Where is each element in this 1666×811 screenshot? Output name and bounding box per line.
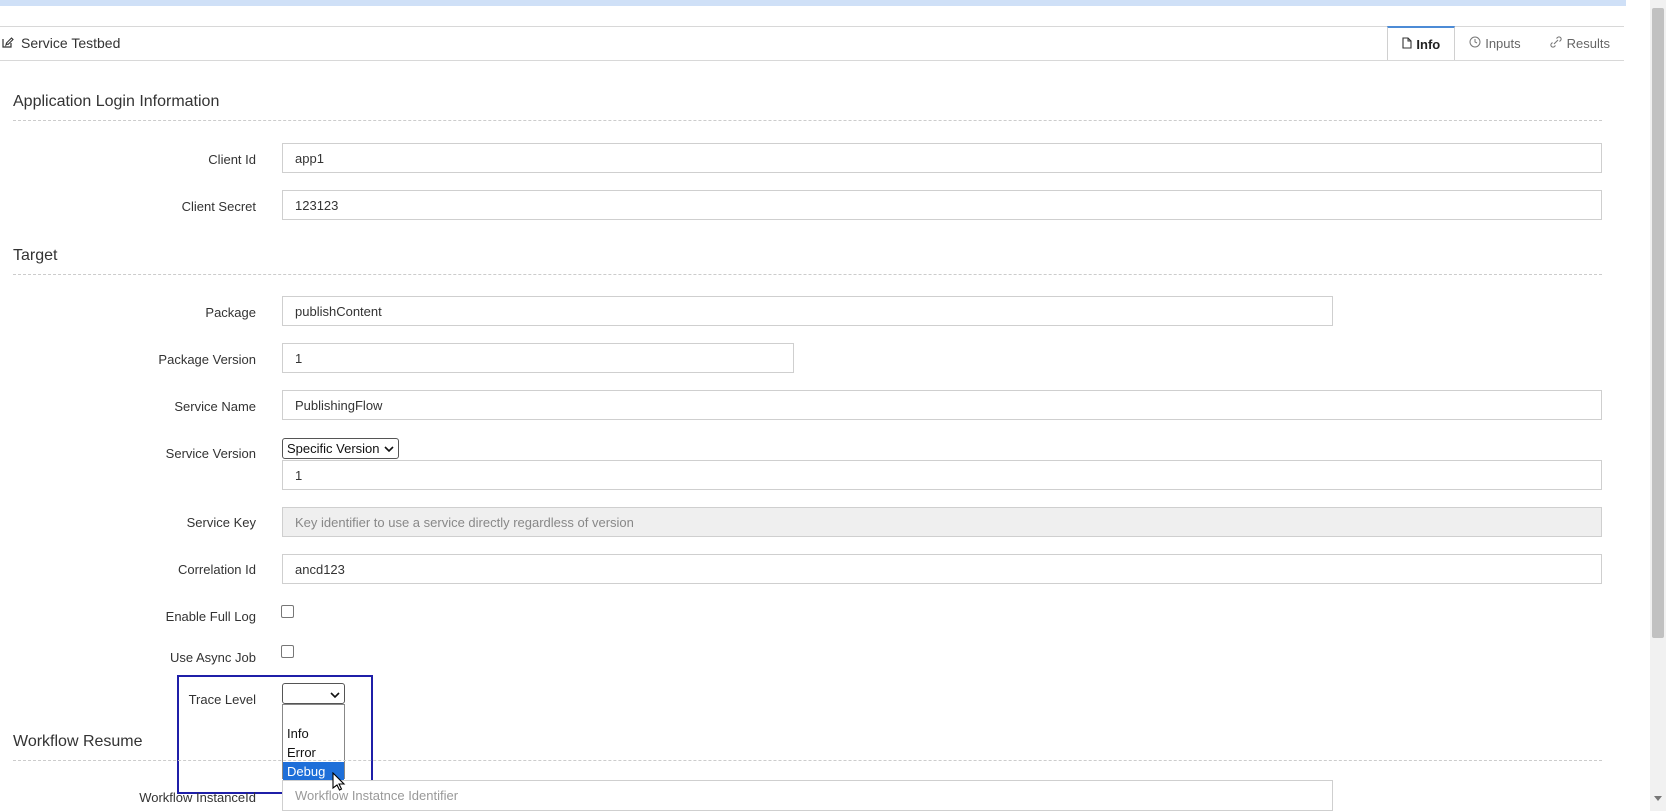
tab-info-label: Info <box>1416 36 1441 52</box>
section-app-login: Application Login Information <box>13 93 1602 121</box>
panel-header: Service Testbed Info Inputs Results <box>0 26 1624 61</box>
section-target: Target <box>13 247 1602 275</box>
tab-info[interactable]: Info <box>1387 26 1456 60</box>
top-accent-bar <box>0 0 1626 6</box>
mouse-cursor-icon <box>332 771 346 797</box>
file-icon <box>1402 36 1412 52</box>
service-name-label: Service Name <box>174 399 256 414</box>
use-async-job-checkbox[interactable] <box>281 645 294 658</box>
package-version-input[interactable]: 1 <box>282 343 794 373</box>
service-version-label: Service Version <box>165 446 256 461</box>
client-secret-label: Client Secret <box>181 199 256 214</box>
enable-full-log-checkbox[interactable] <box>281 605 294 618</box>
panel-title-text: Service Testbed <box>21 35 121 51</box>
link-icon <box>1549 36 1563 51</box>
workflow-instance-id-input[interactable]: Workflow Instatnce Identifier <box>282 780 1333 811</box>
section-workflow-resume: Workflow Resume <box>13 733 1602 761</box>
tab-inputs-label: Inputs <box>1485 36 1521 51</box>
clock-icon <box>1469 36 1481 51</box>
trace-level-option-empty[interactable] <box>283 705 344 724</box>
trace-level-label: Trace Level <box>188 692 256 707</box>
service-version-select[interactable]: Specific Version <box>282 438 399 459</box>
package-version-label: Package Version <box>158 352 256 367</box>
edit-icon <box>2 35 14 51</box>
service-version-select-value: Specific Version <box>287 441 380 456</box>
chevron-down-icon <box>330 686 340 704</box>
enable-full-log-label: Enable Full Log <box>165 609 256 624</box>
use-async-job-label: Use Async Job <box>170 650 256 665</box>
correlation-id-label: Correlation Id <box>177 562 256 577</box>
service-key-input: Key identifier to use a service directly… <box>282 507 1602 537</box>
scroll-down-arrow-icon[interactable] <box>1654 796 1662 801</box>
package-input[interactable]: publishContent <box>282 296 1333 326</box>
trace-level-select[interactable] <box>282 683 345 704</box>
tab-results-label: Results <box>1566 36 1610 51</box>
service-name-input[interactable]: PublishingFlow <box>282 390 1602 420</box>
panel-title: Service Testbed <box>2 35 120 51</box>
correlation-id-input[interactable]: ancd123 <box>282 554 1602 584</box>
tab-inputs[interactable]: Inputs <box>1455 27 1534 60</box>
workflow-instance-id-label: Workflow InstanceId <box>139 790 256 805</box>
scrollbar-thumb[interactable] <box>1652 8 1664 638</box>
service-version-input[interactable]: 1 <box>282 460 1602 490</box>
chevron-down-icon <box>383 441 394 456</box>
package-label: Package <box>205 305 256 320</box>
client-id-label: Client Id <box>208 152 256 167</box>
client-id-input[interactable]: app1 <box>282 143 1602 173</box>
client-secret-input[interactable]: 123123 <box>282 190 1602 220</box>
tab-bar: Info Inputs Results <box>1387 26 1624 61</box>
service-key-label: Service Key <box>186 515 256 530</box>
tab-results[interactable]: Results <box>1535 27 1624 60</box>
